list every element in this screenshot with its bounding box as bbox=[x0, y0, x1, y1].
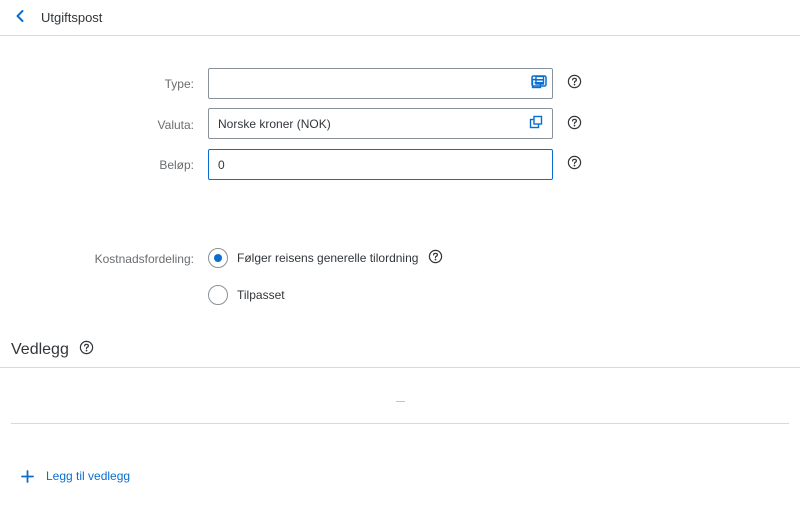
type-help-button[interactable] bbox=[566, 74, 582, 94]
type-input[interactable] bbox=[208, 68, 553, 99]
currency-label: Valuta: bbox=[157, 118, 194, 132]
amount-input[interactable]: 0 bbox=[208, 149, 553, 180]
currency-input[interactable]: Norske kroner (NOK) bbox=[208, 108, 553, 139]
value-help-icon bbox=[529, 115, 543, 132]
amount-help-button[interactable] bbox=[566, 155, 582, 175]
empty-list-indicator bbox=[396, 401, 405, 402]
radio-general-allocation-label: Følger reisens generelle tilordning bbox=[237, 251, 419, 265]
page-header: Utgiftspost bbox=[0, 0, 800, 36]
cost-allocation-label: Kostnadsfordeling: bbox=[94, 252, 194, 266]
add-attachment-button[interactable]: Legg til vedlegg bbox=[20, 469, 130, 483]
question-circle-icon bbox=[567, 155, 582, 175]
chevron-left-icon bbox=[14, 9, 26, 28]
amount-label: Beløp: bbox=[159, 158, 194, 172]
credit-card-icon bbox=[531, 74, 547, 92]
attachments-title: Vedlegg bbox=[11, 341, 69, 358]
radio-custom-allocation-label: Tilpasset bbox=[237, 288, 285, 302]
section-divider bbox=[0, 367, 800, 368]
question-circle-icon bbox=[428, 249, 443, 269]
question-circle-icon bbox=[567, 115, 582, 135]
radio-custom-allocation[interactable]: Tilpasset bbox=[208, 285, 285, 305]
attachments-help-button[interactable] bbox=[78, 340, 94, 360]
amount-value: 0 bbox=[218, 157, 225, 172]
card-button[interactable] bbox=[530, 74, 548, 92]
add-attachment-label: Legg til vedlegg bbox=[46, 469, 131, 483]
cost-allocation-help-button[interactable] bbox=[427, 249, 443, 269]
radio-general-allocation[interactable]: Følger reisens generelle tilordning bbox=[208, 248, 418, 268]
currency-value-help-button[interactable] bbox=[528, 115, 544, 131]
page-title: Utgiftspost bbox=[41, 10, 103, 25]
plus-icon bbox=[20, 469, 34, 483]
radio-button-unselected[interactable] bbox=[208, 285, 228, 305]
list-divider bbox=[11, 423, 789, 424]
question-circle-icon bbox=[79, 340, 94, 360]
radio-button-selected[interactable] bbox=[208, 248, 228, 268]
back-button[interactable] bbox=[10, 8, 30, 28]
question-circle-icon bbox=[567, 74, 582, 94]
type-label: Type: bbox=[164, 77, 194, 91]
currency-help-button[interactable] bbox=[566, 115, 582, 135]
currency-value: Norske kroner (NOK) bbox=[218, 116, 331, 131]
